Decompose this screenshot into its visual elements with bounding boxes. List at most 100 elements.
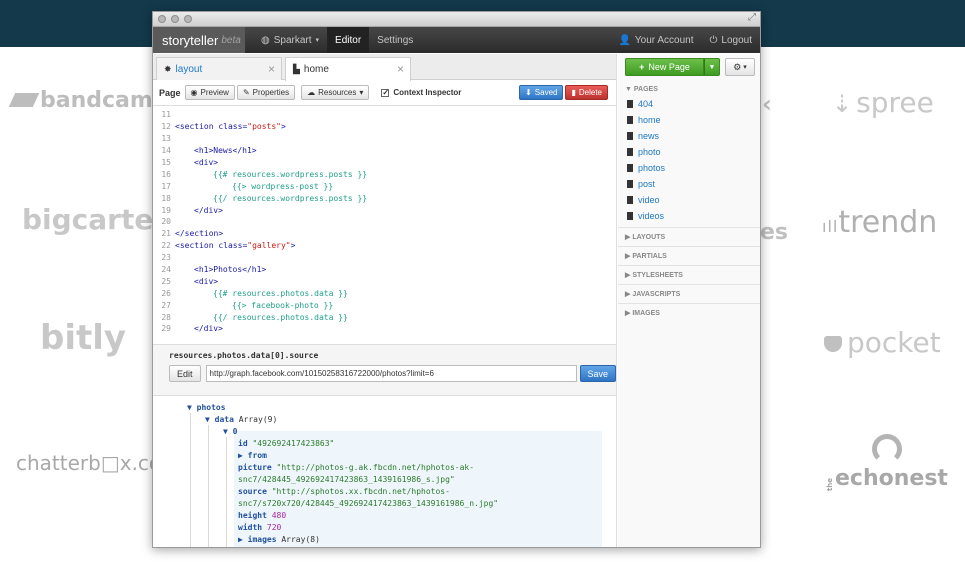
code-line: 12 <section class= "posts" > xyxy=(161,122,286,132)
source-url-input[interactable] xyxy=(205,365,577,382)
page-item-video[interactable]: video xyxy=(627,195,660,205)
page-item-news[interactable]: news xyxy=(627,131,659,141)
tree-prop-width: width 720 xyxy=(238,523,282,532)
the-text: the xyxy=(826,478,834,492)
window-minimize-icon[interactable] xyxy=(171,15,179,23)
tree-prop-id: id "492692417423863" xyxy=(238,439,335,448)
bars-icon: ıll xyxy=(822,217,839,236)
partials-section-header[interactable]: ▶ PARTIALS xyxy=(625,252,667,260)
code-line: 20 xyxy=(161,217,171,227)
cloud-icon: ☁ xyxy=(307,88,316,97)
bandcamp-logo: bandcamp xyxy=(8,88,169,113)
editor-toolbar: Page ◉ Preview ✎ Properties ☁ Resources ▾ ✓ C… xyxy=(153,80,616,106)
page-item-photos[interactable]: photos xyxy=(627,163,665,173)
trash-icon: ▮ xyxy=(571,88,576,97)
code-line: 29 </div> xyxy=(161,324,223,334)
divider xyxy=(618,265,760,266)
tree-node-from[interactable]: ▶ from xyxy=(238,451,267,460)
delete-button[interactable]: ▮ Delete xyxy=(565,85,608,100)
pocket-icon xyxy=(824,336,842,352)
divider xyxy=(618,246,760,247)
app-window: ⤢ storyteller beta ◍ Sparkart ▾ Editor Sett… xyxy=(152,11,761,548)
tree-node-photos[interactable]: ▼ photos xyxy=(187,403,226,412)
pocket-logo: pocket xyxy=(824,326,941,359)
tree-guide xyxy=(208,425,209,547)
brand-logo[interactable]: storyteller beta xyxy=(153,27,245,53)
inspector-path: resources.photos.data[0].source xyxy=(169,351,319,360)
bandcamp-mark xyxy=(8,93,40,107)
edit-button[interactable]: Edit xyxy=(169,365,201,382)
page-item-videos[interactable]: videos xyxy=(627,211,664,221)
pages-section-header[interactable]: ▼ PAGES xyxy=(625,86,658,93)
echonest-text: echonest xyxy=(835,466,948,491)
saved-button[interactable]: ⬇ Saved xyxy=(519,85,564,100)
nav-logout[interactable]: ⏻ Logout xyxy=(701,27,760,53)
file-icon xyxy=(627,100,633,108)
page-label: Page xyxy=(159,87,181,98)
divider xyxy=(618,227,760,228)
context-inspector-toggle[interactable]: ✓ Context Inspector xyxy=(381,88,461,97)
settings-dropdown-button[interactable]: ⚙ ▾ xyxy=(725,58,755,76)
nav-settings[interactable]: Settings xyxy=(369,27,421,53)
code-line: 26 {{# resources.photos.data }} xyxy=(161,288,348,298)
page-item-home[interactable]: home xyxy=(627,115,661,125)
code-line: 11 xyxy=(161,110,171,120)
close-tab-icon[interactable]: × xyxy=(397,62,404,76)
save-button[interactable]: Save xyxy=(579,365,617,382)
checkbox-checked-icon: ✓ xyxy=(381,87,390,97)
stylesheets-section-header[interactable]: ▶ STYLESHEETS xyxy=(625,271,683,279)
chatterbox-logo: chatterb□x.co xyxy=(16,451,162,475)
tree-prop-picture-cont: snc7/428445_492692417423863_1439161986_s… xyxy=(238,475,455,484)
gear-icon: ⚙ xyxy=(733,61,742,72)
nav-sparkart[interactable]: ◍ Sparkart ▾ xyxy=(253,27,327,53)
code-line: 13 xyxy=(161,134,171,144)
window-titlebar: ⤢ xyxy=(153,12,760,27)
tree-prop-picture: picture "http://photos-g.ak.fbcdn.net/hp… xyxy=(238,463,475,472)
preview-button[interactable]: ◉ Preview xyxy=(184,85,235,100)
properties-button[interactable]: ✎ Properties xyxy=(236,85,296,100)
images-section-header[interactable]: ▶ IMAGES xyxy=(625,309,660,317)
tree-node-0[interactable]: ▼ 0 xyxy=(223,427,237,436)
trendn-logo: ılltrendn xyxy=(822,205,938,240)
page-item-post[interactable]: post xyxy=(627,179,655,189)
window-zoom-icon[interactable] xyxy=(184,15,192,23)
tree-node-images[interactable]: ▶ images Array(8) xyxy=(238,535,320,544)
nav-account[interactable]: 👤 Your Account xyxy=(610,27,701,53)
nav-editor[interactable]: Editor xyxy=(327,27,370,53)
fullscreen-icon[interactable]: ⤢ xyxy=(748,12,756,23)
javascripts-section-header[interactable]: ▶ JAVASCRIPTS xyxy=(625,290,680,298)
tab-layout[interactable]: ✸ layout × xyxy=(156,57,282,80)
echo-arc-icon xyxy=(872,434,902,464)
code-line: 21 </section> xyxy=(161,229,224,239)
window-close-icon[interactable] xyxy=(158,15,166,23)
tree-prop-source-cont: snc7/s720x720/428445_492692417423863_143… xyxy=(238,499,499,508)
caret-down-icon: ▾ xyxy=(315,37,320,44)
layouts-section-header[interactable]: ▶ LAYOUTS xyxy=(625,233,665,241)
code-editor[interactable]: 11 12 <section class= "posts" > 13 14 <h1>Ne… xyxy=(153,106,616,344)
sidebar: + New Page ▼ ⚙ ▾ ▼ PAGES 404 home news pho… xyxy=(618,54,760,547)
code-line: 18 {{/ resources.wordpress.posts }} xyxy=(161,193,368,203)
plus-icon: + xyxy=(639,62,645,72)
code-line: 22 <section class= "gallery" > xyxy=(161,241,296,251)
tab-home[interactable]: ▙ home × xyxy=(285,57,411,81)
resources-button[interactable]: ☁ Resources ▾ xyxy=(301,85,370,100)
editor-pane: ✸ layout × ▙ home × Page ◉ Preview ✎ Prope… xyxy=(153,54,617,547)
new-page-button[interactable]: + New Page xyxy=(625,58,704,76)
bigcartel-logo: bigcartel xyxy=(22,203,163,236)
file-icon xyxy=(627,148,633,156)
new-page-dropdown-icon[interactable]: ▼ xyxy=(704,58,720,76)
eye-icon: ◉ xyxy=(190,88,198,97)
user-icon: 👤 xyxy=(618,34,631,46)
code-line: 27 {{> facebook-photo }} xyxy=(161,300,334,310)
code-line: 23 xyxy=(161,253,171,263)
page-item-404[interactable]: 404 xyxy=(627,99,653,109)
file-tabs: ✸ layout × ▙ home × xyxy=(153,54,616,81)
code-line: 15 <div> xyxy=(161,158,219,167)
file-icon xyxy=(627,180,633,188)
page-item-photo[interactable]: photo xyxy=(627,147,661,157)
close-tab-icon[interactable]: × xyxy=(268,62,275,76)
context-inspector: resources.photos.data[0].source Edit Sav… xyxy=(153,344,617,396)
tree-node-data[interactable]: ▼ data Array(9) xyxy=(205,415,277,424)
code-line: 19 </div> xyxy=(161,205,223,215)
code-line: 25 <div> xyxy=(161,276,219,286)
